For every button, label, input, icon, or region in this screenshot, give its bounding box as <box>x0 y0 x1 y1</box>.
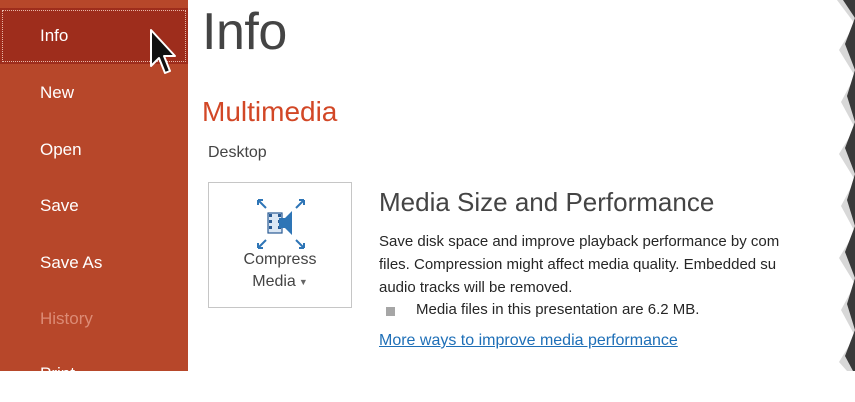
nav-item-history: History <box>40 309 93 328</box>
page-title: Info <box>202 3 287 61</box>
media-size-bullet: Media files in this presentation are 6.2… <box>416 301 700 318</box>
nav-item-print[interactable]: Print <box>0 346 188 402</box>
dropdown-caret-icon: ▼ <box>298 277 308 287</box>
main-content: Info Multimedia Desktop Compress Media ▼ … <box>188 0 855 371</box>
section-title: Multimedia <box>202 96 338 127</box>
nav-item-save-as[interactable]: Save As <box>0 235 188 291</box>
nav-item-open[interactable]: Open <box>0 122 188 178</box>
torn-edge-decoration <box>837 0 855 371</box>
compress-media-button[interactable]: Compress Media ▼ <box>208 182 352 308</box>
compress-media-label: Compress Media ▼ <box>243 251 317 291</box>
more-ways-link[interactable]: More ways to improve media performance <box>379 332 678 350</box>
file-location: Desktop <box>208 144 267 161</box>
media-size-title: Media Size and Performance <box>379 187 715 217</box>
bullet-square-icon <box>386 307 395 316</box>
media-size-description: Save disk space and improve playback per… <box>379 233 780 296</box>
nav-item-save[interactable]: Save <box>0 178 188 234</box>
compress-media-icon <box>257 199 305 249</box>
mouse-cursor-icon <box>150 29 176 74</box>
